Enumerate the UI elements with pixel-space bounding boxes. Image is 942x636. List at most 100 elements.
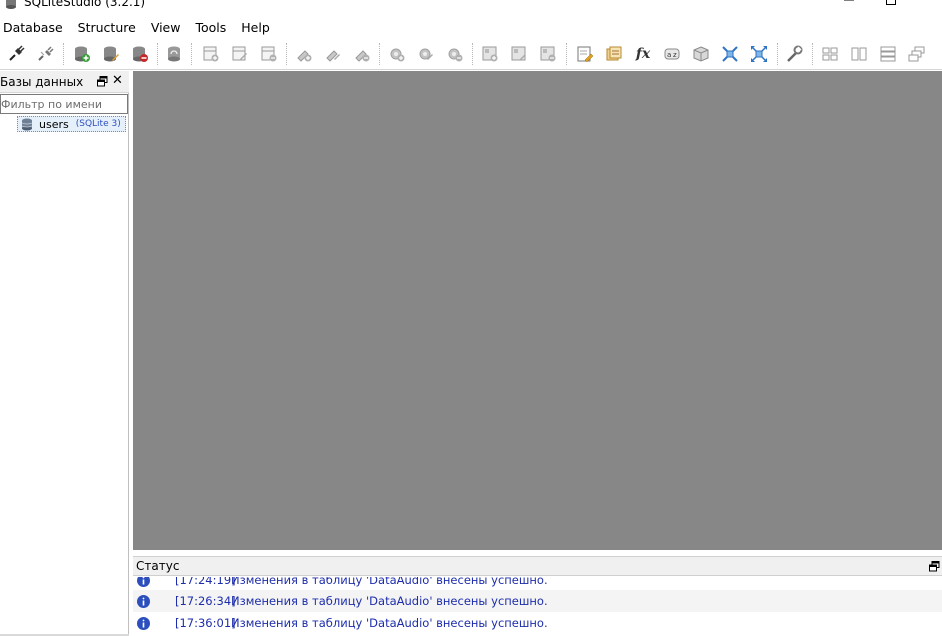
new-view-button[interactable] [478, 42, 502, 66]
disconnect-icon [38, 46, 54, 61]
edit-index-icon [326, 50, 340, 62]
database-icon [21, 118, 33, 130]
float-panel-icon[interactable] [929, 561, 940, 572]
connect-icon [9, 45, 25, 61]
export-icon [751, 46, 767, 62]
tile-vertical-button[interactable] [876, 42, 900, 66]
status-time: [17:36:01] [175, 616, 236, 630]
functions-button[interactable]: fx [631, 42, 655, 66]
info-icon [137, 594, 150, 608]
new-table-icon [203, 46, 219, 62]
remove-database-button[interactable] [128, 42, 152, 66]
maximize-icon [886, 0, 896, 5]
status-time: [17:24:19] [175, 577, 236, 587]
app-logo-icon [6, 0, 16, 9]
status-message-row: [17:36:01] Изменения в таблицу 'DataAudi… [133, 612, 942, 634]
tile-windows-button[interactable] [818, 42, 842, 66]
import-icon [722, 46, 738, 62]
delete-trigger-button[interactable] [443, 42, 467, 66]
edit-table-icon [232, 46, 247, 61]
edit-database-button[interactable] [99, 42, 123, 66]
delete-index-icon [355, 50, 370, 62]
status-message-row: [17:24:19] Изменения в таблицу 'DataAudi… [133, 577, 942, 591]
refresh-database-button[interactable] [162, 42, 186, 66]
new-index-icon [297, 50, 312, 62]
new-index-button[interactable] [292, 42, 316, 66]
connect-button[interactable] [4, 42, 28, 66]
status-time: [17:26:34] [175, 594, 236, 608]
mdi-workspace[interactable] [133, 71, 942, 550]
databases-panel: Базы данных ✕ users (SQLite 3) [0, 71, 129, 636]
settings-button[interactable] [782, 42, 806, 66]
sql-editor-button[interactable] [573, 42, 597, 66]
new-trigger-icon [390, 48, 405, 62]
disconnect-button[interactable] [33, 42, 57, 66]
edit-index-button[interactable] [321, 42, 345, 66]
history-button[interactable] [602, 42, 626, 66]
delete-view-button[interactable] [536, 42, 560, 66]
window-title: SQLiteStudio (3.2.1) [24, 0, 146, 9]
tile-horizontal-button[interactable] [847, 42, 871, 66]
status-text: Изменения в таблицу 'DataAudio' внесены … [231, 594, 548, 608]
collations-button[interactable]: az [660, 42, 684, 66]
toolbar-separator [812, 43, 813, 65]
status-panel-header: Статус [133, 557, 942, 576]
menu-help[interactable]: Help [238, 20, 278, 35]
edit-table-button[interactable] [228, 42, 252, 66]
tile-horizontal-icon [851, 47, 867, 61]
delete-table-button[interactable] [257, 42, 281, 66]
cascade-windows-icon [908, 46, 925, 62]
database-name: users [39, 117, 69, 131]
add-database-button[interactable] [70, 42, 94, 66]
delete-index-button[interactable] [350, 42, 374, 66]
export-button[interactable] [747, 42, 771, 66]
sql-editor-icon [577, 46, 594, 63]
status-text: Изменения в таблицу 'DataAudio' внесены … [231, 577, 548, 587]
toolbar-separator [191, 43, 192, 65]
database-type: (SQLite 3) [75, 119, 121, 129]
new-trigger-button[interactable] [385, 42, 409, 66]
extensions-button[interactable] [689, 42, 713, 66]
status-message-list[interactable]: [17:24:19] Изменения в таблицу 'DataAudi… [133, 577, 942, 636]
float-panel-icon[interactable] [97, 76, 108, 87]
edit-view-icon [511, 46, 526, 61]
menu-tools[interactable]: Tools [192, 20, 234, 35]
extensions-icon [693, 46, 709, 62]
svg-text:a: a [667, 51, 671, 59]
cascade-windows-button[interactable] [905, 42, 929, 66]
toolbar-separator [472, 43, 473, 65]
status-text: Изменения в таблицу 'DataAudio' внесены … [231, 616, 548, 630]
menu-bar: Database Structure View Tools Help [0, 17, 942, 37]
filter-by-name-input[interactable] [0, 94, 128, 114]
delete-view-icon [540, 46, 556, 62]
toolbar-separator [286, 43, 287, 65]
refresh-database-icon [168, 46, 180, 62]
delete-trigger-icon [448, 48, 463, 62]
remove-database-icon [133, 46, 148, 62]
database-tree-item[interactable]: users (SQLite 3) [17, 116, 126, 132]
edit-trigger-button[interactable] [414, 42, 438, 66]
menu-structure[interactable]: Structure [75, 20, 144, 35]
maximize-button[interactable] [868, 0, 914, 10]
minimize-button[interactable] [826, 0, 872, 10]
new-table-button[interactable] [199, 42, 223, 66]
settings-wrench-icon [787, 45, 803, 62]
main-toolbar: fx az [0, 38, 942, 70]
menu-view[interactable]: View [148, 20, 189, 35]
toolbar-separator [63, 43, 64, 65]
toolbar-separator [157, 43, 158, 65]
import-button[interactable] [718, 42, 742, 66]
info-icon [137, 616, 150, 630]
databases-panel-header: Базы данных ✕ [0, 71, 129, 93]
tile-windows-icon [822, 47, 838, 61]
add-database-icon [75, 46, 90, 62]
collations-icon: az [664, 48, 680, 60]
tile-vertical-icon [880, 46, 896, 62]
new-view-icon [482, 46, 498, 62]
close-panel-icon[interactable]: ✕ [112, 74, 123, 88]
edit-view-button[interactable] [507, 42, 531, 66]
status-message-row: [17:26:34] Изменения в таблицу 'DataAudi… [133, 590, 942, 612]
toolbar-separator [777, 43, 778, 65]
menu-database[interactable]: Database [0, 20, 71, 35]
functions-icon: fx [635, 46, 651, 62]
